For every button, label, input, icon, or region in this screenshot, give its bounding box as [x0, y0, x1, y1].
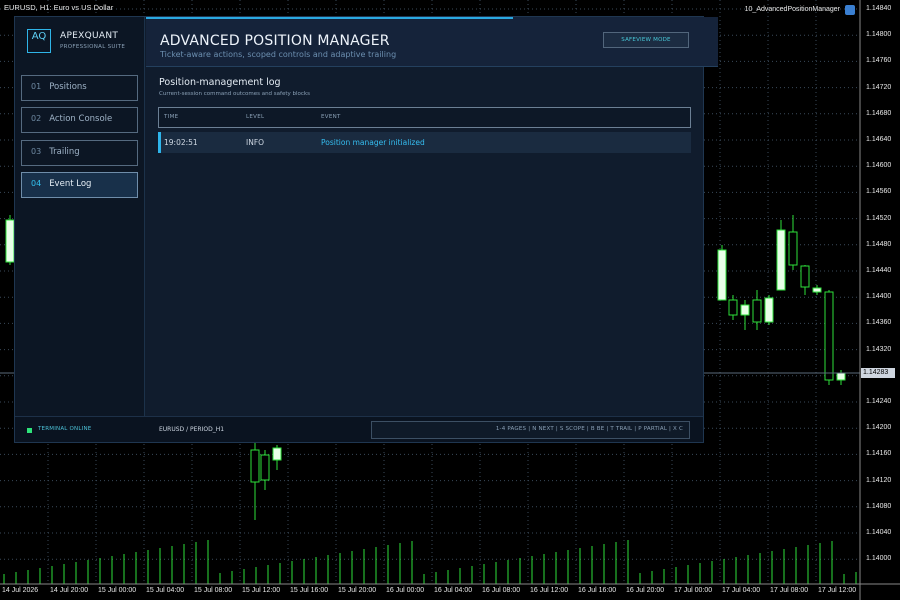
- nav-label: Positions: [49, 82, 87, 92]
- candle-body: [764, 297, 774, 323]
- price-tick-label: 1.14320: [866, 345, 892, 353]
- candle-body: [250, 449, 260, 483]
- time-tick-label: 16 Jul 00:00: [386, 587, 425, 594]
- nav-number: 01: [31, 82, 42, 91]
- volume-bars: [3, 540, 857, 584]
- price-tick-label: 1.14120: [866, 476, 892, 484]
- candle-body: [728, 299, 738, 316]
- section-title: Position-management log: [159, 77, 281, 88]
- price-tick-label: 1.14400: [866, 293, 892, 301]
- event-log-content: Position-management log Current-session …: [146, 67, 703, 416]
- time-tick-label: 14 Jul 2026: [2, 587, 39, 594]
- time-tick-label: 17 Jul 08:00: [770, 587, 809, 594]
- nav-label: Action Console: [49, 114, 113, 124]
- safeview-mode-button[interactable]: SAFEVIEW MODE: [603, 32, 689, 48]
- candle-body: [272, 447, 282, 461]
- position-manager-panel: AQ APEXQUANT PROFESSIONAL SUITE 01 Positi…: [14, 16, 718, 443]
- time-tick-label: 17 Jul 12:00: [818, 587, 857, 594]
- time-tick-label: 16 Jul 12:00: [530, 587, 569, 594]
- panel-header: ADVANCED POSITION MANAGER Ticket-aware a…: [146, 17, 718, 67]
- price-tick-label: 1.14840: [866, 5, 892, 12]
- time-tick-label: 16 Jul 08:00: [482, 587, 521, 594]
- candle-body: [824, 291, 834, 381]
- sidebar-item-positions[interactable]: 01 Positions: [21, 75, 138, 101]
- time-tick-label: 17 Jul 00:00: [674, 587, 713, 594]
- time-tick-label: 17 Jul 04:00: [722, 587, 761, 594]
- page-subtitle: Ticket-aware actions, scoped controls an…: [160, 50, 397, 59]
- price-tick-label: 1.14200: [866, 424, 892, 432]
- time-tick-label: 14 Jul 20:00: [50, 587, 89, 594]
- column-header-time: TIME: [164, 114, 179, 120]
- price-tick-label: 1.14480: [866, 240, 892, 248]
- expert-name: 10_AdvancedPositionManager: [744, 6, 840, 13]
- brand-name: APEXQUANT: [60, 31, 119, 41]
- brand-logo: AQ: [27, 29, 51, 53]
- current-price-badge: 1.14283: [861, 368, 895, 378]
- price-tick-label: 1.14000: [866, 555, 892, 563]
- nav-number: 02: [31, 114, 42, 123]
- nav-number: 03: [31, 147, 42, 156]
- online-status-icon: [27, 428, 32, 433]
- nav-label: Event Log: [49, 179, 92, 189]
- candle-body: [800, 265, 810, 288]
- nav-number: 04: [31, 179, 42, 188]
- brand-subtitle: PROFESSIONAL SUITE: [60, 44, 126, 50]
- shortcut-bar: 1-4 PAGES | N NEXT | S SCOPE | B BE | T …: [371, 421, 690, 439]
- symbol-period: EURUSD / PERIOD_H1: [159, 426, 225, 433]
- column-header-event: EVENT: [321, 114, 341, 120]
- time-tick-label: 15 Jul 16:00: [290, 587, 329, 594]
- candle-body: [788, 231, 798, 266]
- price-tick-label: 1.14440: [866, 267, 892, 274]
- price-tick-label: 1.14080: [866, 502, 892, 510]
- page-title: ADVANCED POSITION MANAGER: [160, 33, 390, 49]
- price-tick-label: 1.14160: [866, 450, 892, 458]
- price-tick-label: 1.14720: [866, 83, 892, 91]
- row-event: Position manager initialized: [321, 138, 425, 147]
- price-tick-label: 1.14640: [866, 136, 892, 143]
- header-accent-bar: [146, 17, 513, 19]
- price-tick-label: 1.14600: [866, 162, 892, 170]
- price-tick-label: 1.14560: [866, 188, 892, 196]
- sidebar: AQ APEXQUANT PROFESSIONAL SUITE 01 Positi…: [15, 17, 145, 416]
- status-text: TERMINAL ONLINE: [38, 426, 92, 432]
- candle-body: [717, 249, 727, 301]
- sidebar-item-action-console[interactable]: 02 Action Console: [21, 107, 138, 133]
- candle-body: [740, 304, 750, 316]
- price-tick-label: 1.14240: [866, 398, 892, 405]
- nav-label: Trailing: [49, 147, 80, 157]
- time-tick-label: 16 Jul 16:00: [578, 587, 617, 594]
- sidebar-item-trailing[interactable]: 03 Trailing: [21, 140, 138, 166]
- price-tick-label: 1.14680: [866, 109, 892, 117]
- expert-hat-icon[interactable]: [845, 5, 855, 15]
- column-header-level: LEVEL: [246, 114, 265, 120]
- candle-body: [836, 372, 846, 381]
- price-tick-label: 1.14040: [866, 529, 892, 536]
- price-tick-label: 1.14760: [866, 57, 892, 65]
- time-tick-label: 16 Jul 04:00: [434, 587, 473, 594]
- price-tick-label: 1.14800: [866, 31, 892, 39]
- price-tick-label: 1.14520: [866, 214, 892, 222]
- time-tick-label: 15 Jul 12:00: [242, 587, 281, 594]
- candle-body: [812, 287, 822, 293]
- table-row[interactable]: 19:02:51 INFO Position manager initializ…: [158, 132, 691, 153]
- candle-body: [752, 299, 762, 323]
- time-tick-label: 16 Jul 20:00: [626, 587, 665, 594]
- time-tick-label: 15 Jul 20:00: [338, 587, 377, 594]
- status-bar: TERMINAL ONLINE EURUSD / PERIOD_H1 1-4 P…: [15, 416, 703, 442]
- row-level: INFO: [246, 138, 265, 147]
- time-tick-label: 15 Jul 08:00: [194, 587, 233, 594]
- log-table-header: TIME LEVEL EVENT: [158, 107, 691, 128]
- time-tick-label: 15 Jul 04:00: [146, 587, 185, 594]
- time-tick-label: 15 Jul 00:00: [98, 587, 137, 594]
- candle-body: [260, 454, 270, 481]
- sidebar-item-event-log[interactable]: 04 Event Log: [21, 172, 138, 198]
- candle-body: [5, 219, 15, 263]
- row-time: 19:02:51: [164, 138, 198, 147]
- chart-title: EURUSD, H1: Euro vs US Dollar: [4, 3, 114, 12]
- section-subtitle: Current-session command outcomes and saf…: [159, 91, 310, 97]
- shortcut-hints: 1-4 PAGES | N NEXT | S SCOPE | B BE | T …: [495, 426, 683, 432]
- price-tick-label: 1.14360: [866, 319, 892, 327]
- candle-body: [776, 229, 786, 291]
